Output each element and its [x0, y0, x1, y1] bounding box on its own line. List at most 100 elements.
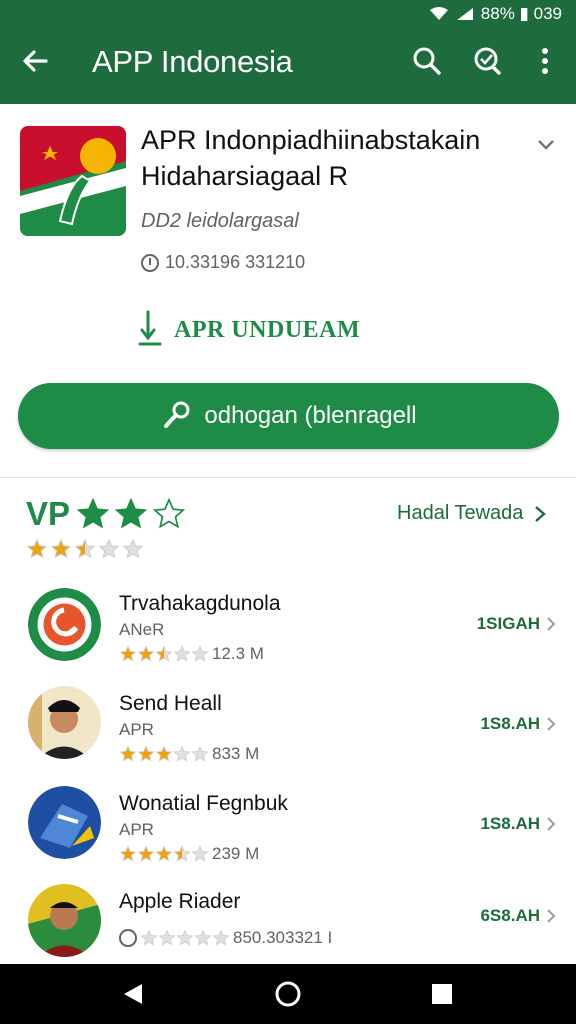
chevron-right-icon	[535, 505, 547, 522]
star-icon	[191, 845, 209, 862]
section-title: VP	[26, 495, 186, 533]
chevron-right-icon	[547, 817, 556, 831]
app-action[interactable]: 6S8.AH	[480, 906, 556, 926]
star-icon	[176, 929, 194, 946]
star-icon	[173, 845, 191, 862]
star-icon	[155, 745, 173, 762]
list-item[interactable]: Send Heall APR 833 M 1S8.AH	[0, 680, 576, 780]
search-alt-icon[interactable]	[470, 44, 504, 78]
rating-stars	[119, 645, 209, 663]
star-icon	[212, 929, 230, 946]
download-icon	[138, 310, 162, 346]
top-app-bar: 88% ▮ 039 APP Indonesia	[0, 0, 576, 104]
chevron-right-icon	[547, 617, 556, 631]
app-name: Send Heall	[119, 692, 222, 715]
star-icon	[50, 538, 72, 559]
app-action-label: 1S8.AH	[480, 714, 540, 733]
app-meta: 12.3 M	[119, 644, 264, 664]
star-icon	[155, 845, 173, 862]
list-item[interactable]: Trvahakagdunola ANeR 12.3 M 1SIGAH	[0, 580, 576, 680]
section-title-stars	[76, 497, 186, 531]
app-size: 833 M	[212, 744, 260, 763]
app-size: 239 M	[212, 844, 260, 863]
star-icon	[137, 745, 155, 762]
star-icon	[119, 845, 137, 862]
app-size: 12.3 M	[212, 644, 264, 663]
app-name: Wonatial Fegnbuk	[119, 792, 288, 815]
star-icon	[98, 538, 120, 559]
navigation-bar	[0, 964, 576, 1024]
star-icon	[191, 645, 209, 662]
see-more-link[interactable]: Hadal Tewada	[397, 502, 547, 525]
star-icon	[158, 929, 176, 946]
list-item[interactable]: Wonatial Fegnbuk APR 239 M 1S8.AH	[0, 780, 576, 880]
app-action[interactable]: 1S8.AH	[480, 814, 556, 834]
app-action-label: 1S8.AH	[480, 814, 540, 833]
star-icon	[26, 538, 48, 559]
star-icon	[173, 645, 191, 662]
rating-stars	[140, 929, 230, 947]
clock-icon	[141, 253, 159, 272]
app-action[interactable]: 1SIGAH	[477, 614, 556, 634]
see-more-label: Hadal Tewada	[397, 502, 524, 524]
app-meta: 850.303321 I	[119, 928, 332, 948]
rating-stars	[119, 845, 209, 863]
search-icon[interactable]	[410, 44, 444, 78]
user-avatar	[28, 686, 101, 759]
app-action-label: 6S8.AH	[480, 906, 540, 925]
star-icon	[194, 929, 212, 946]
app-meta: 833 M	[119, 744, 259, 764]
star-icon	[191, 745, 209, 762]
app-action[interactable]: 1S8.AH	[480, 714, 556, 734]
star-icon	[152, 497, 186, 529]
chevron-right-icon	[547, 909, 556, 923]
app-avatar	[28, 786, 101, 859]
app-action-label: 1SIGAH	[476, 614, 540, 633]
more-vert-icon[interactable]	[528, 44, 562, 78]
user-avatar	[28, 884, 101, 957]
star-icon	[155, 645, 173, 662]
clock-icon	[119, 929, 137, 947]
home-nav-icon[interactable]	[274, 980, 302, 1008]
app-bar: APP Indonesia	[0, 30, 576, 94]
status-text: 88% ▮ 039	[480, 4, 562, 23]
chevron-right-icon	[547, 717, 556, 731]
rating-stars	[119, 745, 209, 763]
app-developer: ANeR	[119, 620, 165, 639]
microphone-icon	[164, 401, 190, 428]
developer-name[interactable]: DD2 leidolargasal	[141, 210, 299, 233]
download-link[interactable]: APR UNDUEAM	[136, 310, 360, 350]
star-icon	[137, 645, 155, 662]
wifi-icon	[429, 7, 448, 20]
app-developer: APR	[119, 820, 154, 839]
app-avatar	[28, 588, 101, 661]
app-name: APR Indonpiadhiinabstakain Hidaharsiagaa…	[141, 125, 481, 191]
arrow-left-icon[interactable]	[18, 44, 52, 78]
install-button[interactable]: odhogan (blenragell	[18, 383, 559, 449]
section-title-text: VP	[26, 495, 71, 532]
app-bar-title: APP Indonesia	[92, 44, 293, 79]
app-name: Apple Riader	[119, 890, 241, 913]
app-logo	[20, 126, 126, 236]
app-meta: 239 M	[119, 844, 259, 864]
star-icon	[76, 497, 110, 529]
downloads-info: 10.33196 331210	[141, 252, 305, 273]
app-developer: APR	[119, 720, 154, 739]
signal-icon	[456, 8, 473, 20]
back-nav-icon[interactable]	[120, 980, 148, 1008]
star-icon	[119, 745, 137, 762]
downloads-count: 10.33196 331210	[165, 252, 306, 272]
recents-nav-icon[interactable]	[428, 980, 456, 1008]
app-name: Trvahakagdunola	[119, 592, 281, 615]
star-icon	[137, 845, 155, 862]
chevron-down-icon[interactable]	[534, 132, 558, 156]
star-icon	[74, 538, 96, 559]
star-icon	[122, 538, 144, 559]
status-bar: 88% ▮ 039	[429, 4, 562, 24]
star-icon	[140, 929, 158, 946]
app-size: 850.303321 I	[233, 928, 333, 947]
section-rating	[26, 538, 144, 560]
download-label: APR UNDUEAM	[174, 316, 361, 343]
install-label: odhogan (blenragell	[204, 402, 417, 429]
star-icon	[119, 645, 137, 662]
